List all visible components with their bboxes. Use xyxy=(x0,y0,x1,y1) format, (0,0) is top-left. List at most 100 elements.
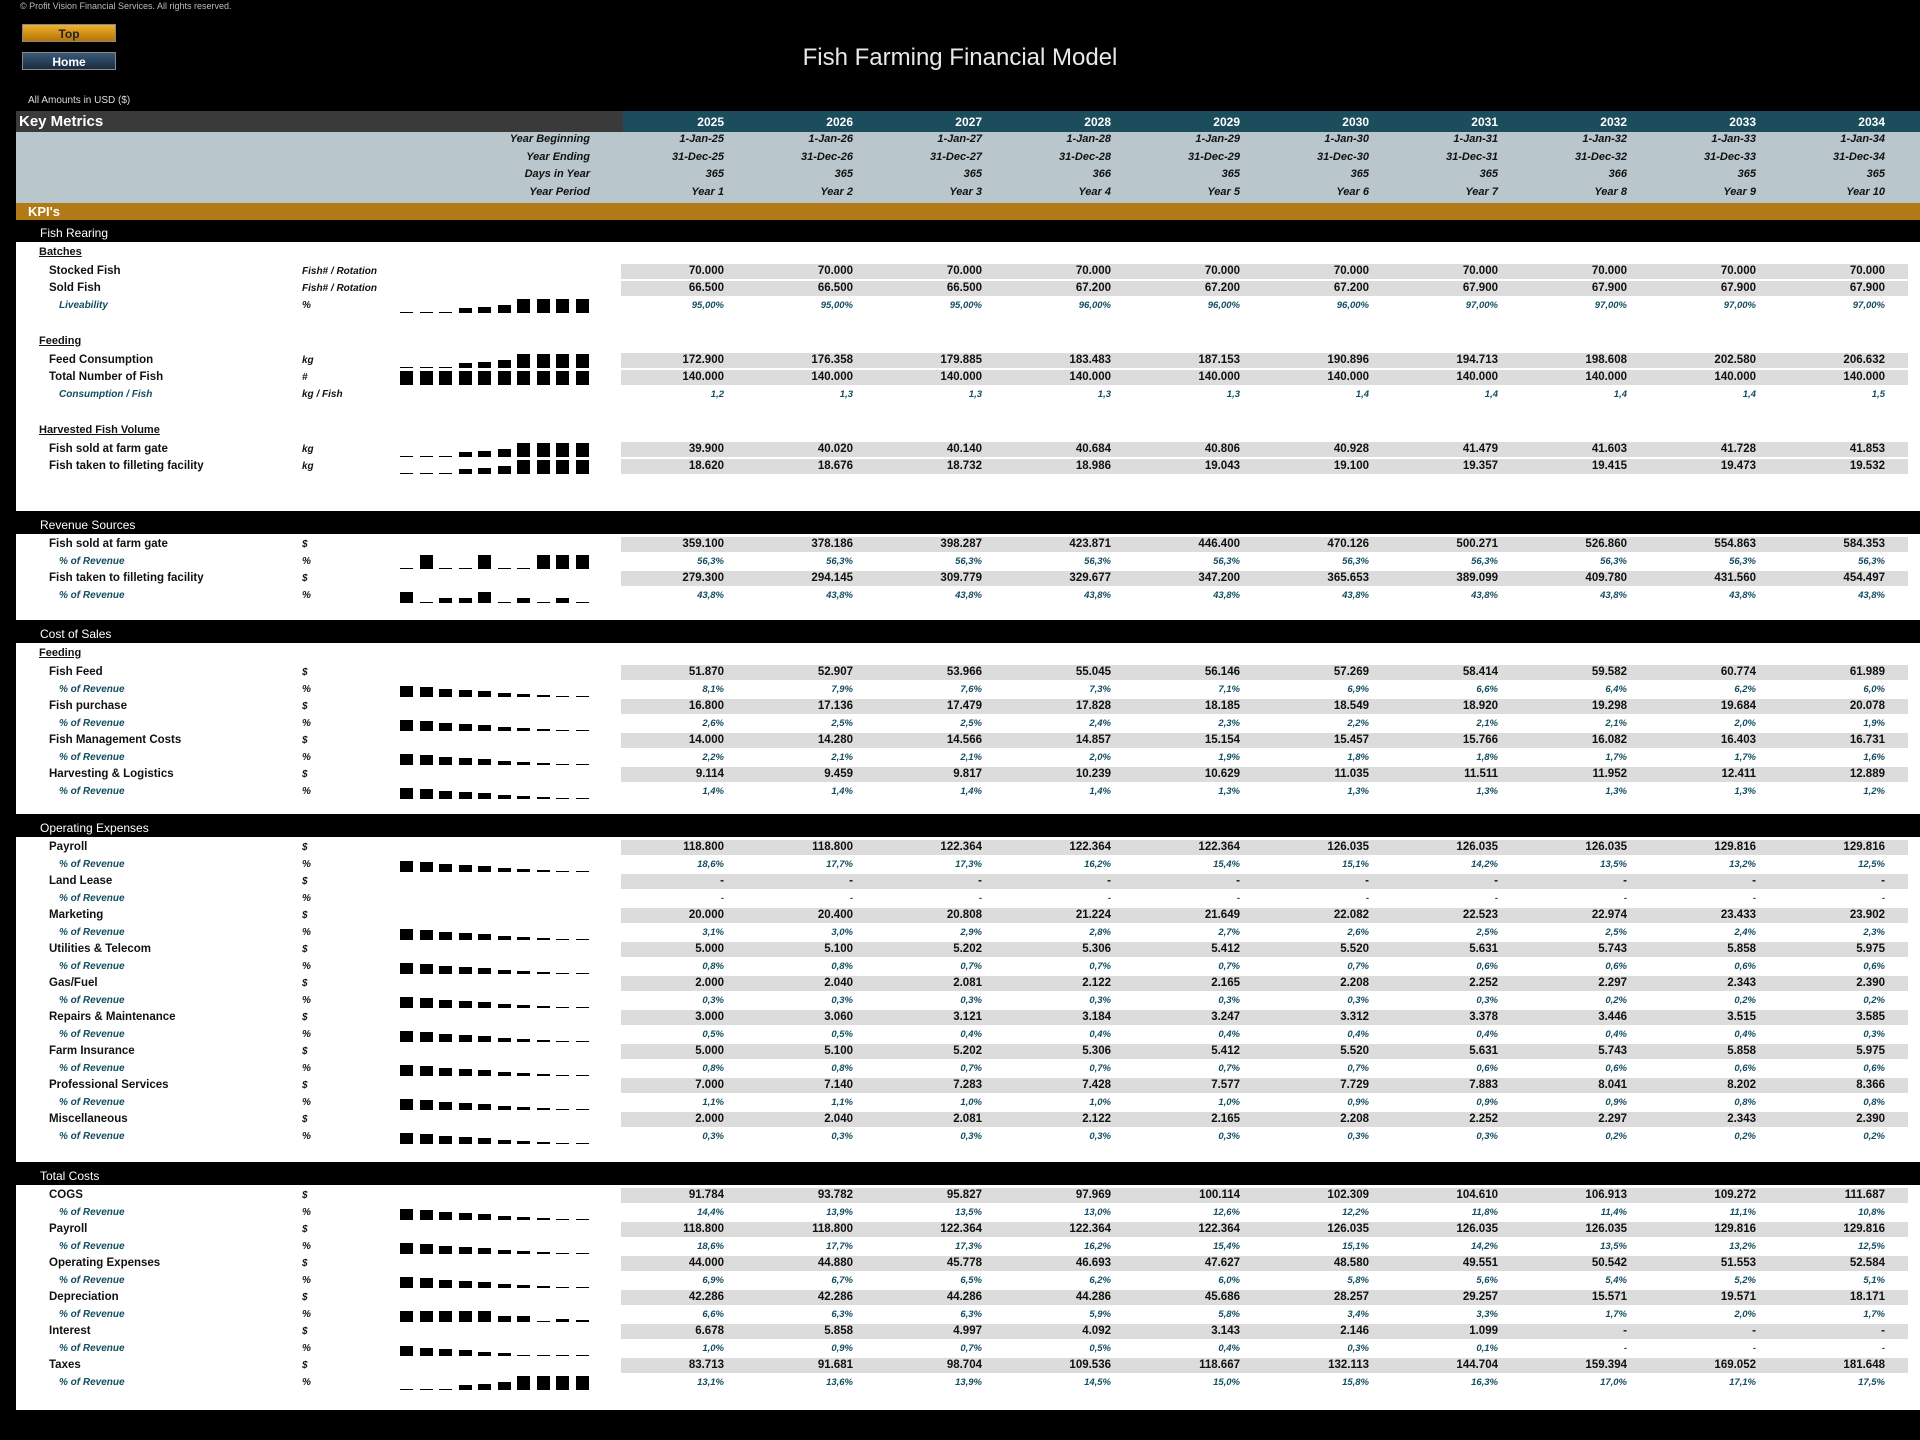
sparkline-bar xyxy=(400,720,413,731)
value-cell: 1,4 xyxy=(1355,389,1369,400)
ratio-row: % of Revenue% 13,1% 13,6% 13,9% 14,5% 15,0% 15… xyxy=(16,1374,1920,1391)
sparkline-bar xyxy=(517,354,530,368)
sparkline-bar xyxy=(478,1282,491,1288)
value-cell: 470.126 xyxy=(1327,538,1369,550)
period-value: 365 xyxy=(1350,168,1369,180)
value-cell: - xyxy=(978,875,982,887)
sparkline-bar xyxy=(458,1103,472,1110)
row-label: Fish sold at farm gate xyxy=(49,443,168,455)
value-cell: 17,0% xyxy=(1600,1377,1627,1388)
sparkline-bar xyxy=(556,1219,569,1220)
table-row: Farm Insurance $5.000 5.100 5.202 5.306 5.412… xyxy=(16,1043,1920,1060)
row-unit: $ xyxy=(302,539,308,550)
value-cell: - xyxy=(1752,893,1756,904)
sparkline-bar xyxy=(517,1316,530,1322)
sparkline-bar xyxy=(556,354,569,368)
period-info-block: Year Beginning 1-Jan-25 1-Jan-26 1-Jan-27 1-… xyxy=(16,132,1920,204)
sparkline-bar xyxy=(478,362,491,368)
value-cell: 3.143 xyxy=(1211,1325,1240,1337)
row-label: % of Revenue xyxy=(59,718,125,729)
value-cell: 1,4 xyxy=(1484,389,1498,400)
value-cell: 0,3% xyxy=(1476,995,1498,1006)
value-cell: 5,8% xyxy=(1347,1275,1369,1286)
value-cell: 20.400 xyxy=(817,909,853,921)
sparkline-bar xyxy=(517,460,530,474)
value-cell: 70.000 xyxy=(1204,265,1240,277)
sparkline-bar xyxy=(478,725,491,731)
row-label: Batches xyxy=(39,246,82,258)
sparkline xyxy=(400,994,600,1008)
sparkline-bar xyxy=(536,1006,550,1008)
sparkline-bar xyxy=(419,930,433,940)
period-value: 31-Dec-33 xyxy=(1704,150,1756,163)
row-label: Fish Management Costs xyxy=(49,734,182,746)
sparkline-bar xyxy=(400,788,413,799)
value-cell: 129.816 xyxy=(1843,841,1885,853)
table-row: Gas/Fuel $2.000 2.040 2.081 2.122 2.165 2.208 2… xyxy=(16,975,1920,992)
value-cell: 44.880 xyxy=(817,1257,853,1269)
value-cell: 13,9% xyxy=(826,1207,853,1218)
value-cell: 95,00% xyxy=(820,300,853,311)
value-cell: 8.366 xyxy=(1856,1079,1885,1091)
sparkline-bar xyxy=(497,1284,511,1288)
period-value: 365 xyxy=(1479,168,1498,180)
sparkline-bar xyxy=(575,1355,589,1356)
sparkline-bar xyxy=(439,1102,452,1110)
value-cell: 17,1% xyxy=(1729,1377,1756,1388)
ratio-row: % of Revenue% 8,1% 7,9% 7,6% 7,3% 7,1% 6,9% 6,6… xyxy=(16,681,1920,698)
ratio-row: % of Revenue% 0,8% 0,8% 0,7% 0,7% 0,7% 0,7% 0,6… xyxy=(16,1060,1920,1077)
value-cell: 454.497 xyxy=(1843,572,1885,584)
sparkline-bar xyxy=(497,1072,511,1076)
sparkline-bar xyxy=(439,689,452,697)
value-cell: 0,3% xyxy=(1218,995,1240,1006)
row-unit: % xyxy=(302,1131,311,1142)
value-cell: 7.883 xyxy=(1469,1079,1498,1091)
sparkline-bar xyxy=(478,1352,491,1356)
sparkline-bar xyxy=(575,1041,589,1042)
value-cell: - xyxy=(1881,893,1885,904)
value-cell: 6,0% xyxy=(1218,1275,1240,1286)
sparkline-bar xyxy=(497,1140,511,1144)
sparkline-bar xyxy=(556,598,569,603)
value-cell: 2,6% xyxy=(702,718,724,729)
sparkline-bar xyxy=(517,443,530,457)
period-value: 1-Jan-27 xyxy=(937,133,982,145)
sparkline-bar xyxy=(458,1137,472,1144)
value-cell: 14,2% xyxy=(1471,1241,1498,1252)
value-cell: 3.515 xyxy=(1727,1011,1756,1023)
value-cell: 554.863 xyxy=(1714,538,1756,550)
value-cell: 7.283 xyxy=(953,1079,982,1091)
sparkline-bar xyxy=(458,1247,472,1254)
value-cell: 0,6% xyxy=(1476,961,1498,972)
sparkline-bar xyxy=(439,371,452,385)
sparkline xyxy=(400,443,600,457)
sparkline-bar xyxy=(497,1038,511,1042)
row-label: % of Revenue xyxy=(59,556,125,567)
sparkline-bar xyxy=(478,934,491,940)
value-cell: 13,5% xyxy=(955,1207,982,1218)
value-cell: 0,3% xyxy=(1476,1131,1498,1142)
sparkline-bar xyxy=(517,598,530,603)
table-row: Fish Management Costs $14.000 14.280 14.566… xyxy=(16,732,1920,749)
sparkline-bar xyxy=(439,864,452,872)
value-cell: 2,1% xyxy=(1476,718,1498,729)
value-cell: 2.040 xyxy=(824,977,853,989)
sparkline-bar xyxy=(575,798,589,799)
sparkline-bar xyxy=(517,1141,530,1144)
value-cell: 2.297 xyxy=(1598,1113,1627,1125)
sparkline-bar xyxy=(497,868,511,872)
value-cell: 9.114 xyxy=(695,768,724,780)
period-value: 31-Dec-25 xyxy=(672,150,724,163)
value-cell: 56,3% xyxy=(1213,556,1240,567)
ratio-row: % of Revenue% 2,6% 2,5% 2,5% 2,4% 2,3% 2,2% 2,1… xyxy=(16,715,1920,732)
value-cell: 60.774 xyxy=(1720,666,1756,678)
sparkline-bar xyxy=(478,468,491,474)
sparkline-bar xyxy=(497,795,511,799)
value-cell: 1,8% xyxy=(1347,752,1369,763)
value-cell: - xyxy=(1881,1325,1885,1337)
value-cell: 347.200 xyxy=(1198,572,1240,584)
top-button[interactable]: Top xyxy=(22,24,116,42)
value-cell: - xyxy=(720,875,724,887)
sparkline-bar xyxy=(497,466,511,474)
value-cell: 118.800 xyxy=(683,1223,724,1235)
